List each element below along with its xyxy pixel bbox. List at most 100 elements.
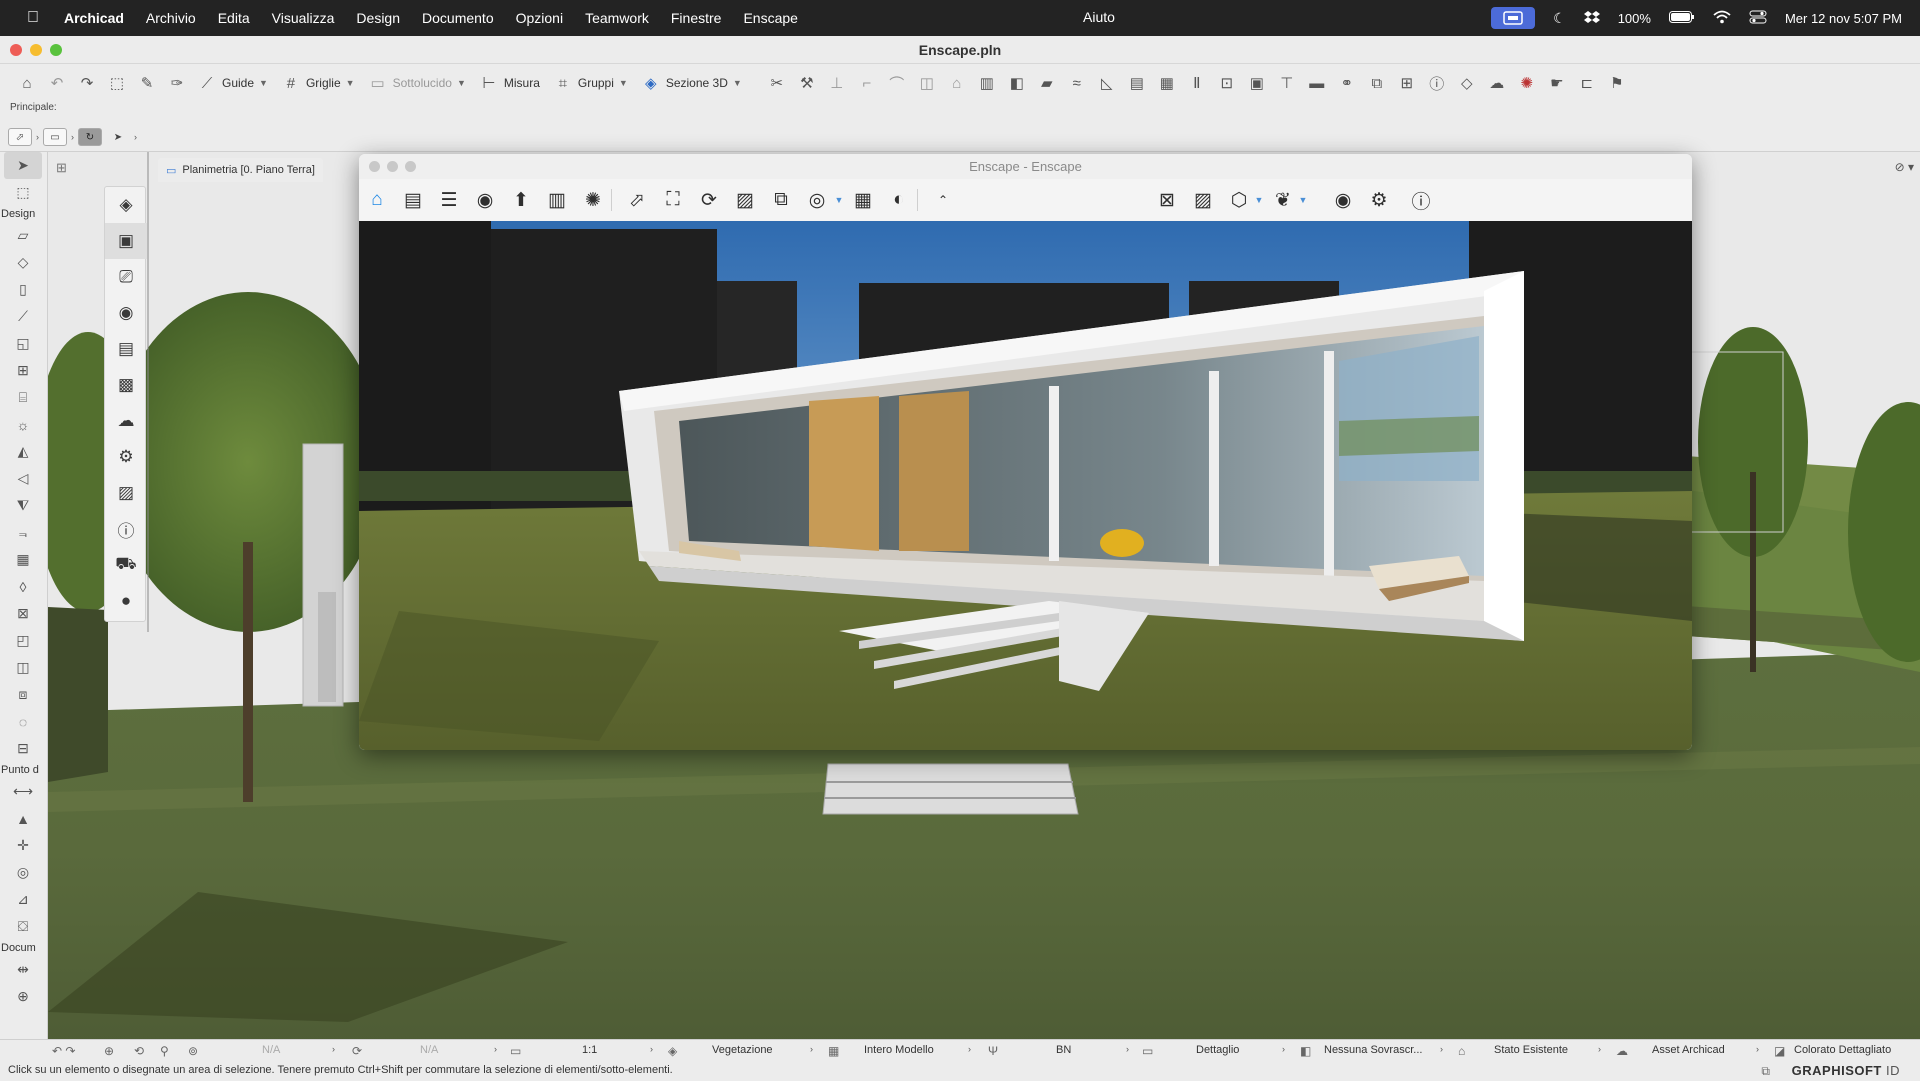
select-icon[interactable]: ⬀ [623,186,651,214]
cube-icon[interactable]: ⬡ [1225,186,1253,214]
syringe-icon[interactable]: ✑ [164,70,190,96]
settings-icon[interactable]: ⚙ [1365,186,1393,214]
arrow-pointer-icon[interactable]: ➤ [106,128,130,146]
marquee-tool-icon[interactable]: ⬚ [0,179,46,206]
column-icon[interactable]: ◧ [1004,70,1030,96]
graphisoft-id[interactable]: GRAPHISOFT ID [1792,1063,1900,1078]
screenshot-icon[interactable]: ◉ [471,186,499,214]
walk-icon[interactable]: ⚲ [160,1044,169,1058]
object-icon[interactable]: ⊡ [1214,70,1240,96]
object-tool-icon[interactable]: ◫ [0,654,46,681]
library-icon[interactable]: ▥ [543,186,571,214]
apple-icon[interactable]:  [24,9,42,27]
views-icon[interactable]: ▤ [399,186,427,214]
menu-visualizza[interactable]: Visualizza [272,10,335,26]
home-icon[interactable]: ⌂ [363,186,391,214]
zoom-fit-icon[interactable]: ⊚ [188,1044,198,1058]
window-tool-icon[interactable]: ⊞ [0,357,46,384]
status-renovation[interactable]: Stato Esistente [1494,1044,1568,1056]
enscape-window[interactable]: Enscape - Enscape ⌂ ▤ ☰ ◉ ⬆ ▥ ✺ ⬀ ⛶ ⟳ ▨ … [359,154,1692,750]
status-pen[interactable]: BN [1056,1044,1071,1056]
status-colored[interactable]: Colorato Dettagliato [1794,1044,1891,1056]
material-ball-icon[interactable]: ✺ [579,186,607,214]
rectangle-select-icon[interactable]: ▭ [43,128,67,146]
tab-planimetria[interactable]: ▭ Planimetria [0. Piano Terra] [158,158,323,182]
wifi-icon[interactable] [1713,10,1731,27]
status-layer[interactable]: Vegetazione [712,1044,773,1056]
orbit-icon[interactable]: ⟲ [134,1044,144,1058]
menu-enscape[interactable]: Enscape [743,10,797,26]
status-detail[interactable]: Dettaglio [1196,1044,1239,1056]
scissors-icon[interactable]: ✂ [764,70,790,96]
menu-finestre[interactable]: Finestre [671,10,722,26]
menu-opzioni[interactable]: Opzioni [516,10,563,26]
column-tool-icon[interactable]: ▯ [0,276,46,303]
beam-icon[interactable]: ◺ [1094,70,1120,96]
slab-icon[interactable]: ▰ [1034,70,1060,96]
batch-render-icon[interactable]: ⧉ [767,186,795,214]
slab-tool-icon[interactable]: ◊ [0,573,46,600]
bim-icon[interactable]: ☰ [435,186,463,214]
hatch-icon[interactable]: Ⅱ [1184,70,1210,96]
arrow-tool-icon[interactable]: ➤ [4,152,42,179]
section-tool-icon[interactable]: ⊿ [0,886,46,913]
library-icon[interactable]: ⊞ [1394,70,1420,96]
guide-dropdown[interactable]: ⟋ Guide ▼ [194,70,268,96]
redo-icon[interactable]: ↷ [74,70,100,96]
eyedropper-icon[interactable]: ✎ [134,70,160,96]
battery-icon[interactable] [1668,10,1695,26]
window-list-icon[interactable]: ⧉ [1761,1064,1770,1079]
moon-icon[interactable]: ☾ [1553,10,1566,27]
menu-archicad[interactable]: Archicad [64,10,124,26]
live-sync-icon[interactable]: ⎚ [105,259,147,295]
status-override[interactable]: Nessuna Sovrascr... [1324,1044,1422,1056]
dimension-tool-icon[interactable]: ⟷ [0,778,46,805]
fillet-icon[interactable]: ⌒ [884,70,910,96]
target-tool-icon[interactable]: ⊕ [0,983,46,1010]
menu-design[interactable]: Design [356,10,400,26]
skylight-tool-icon[interactable]: ⧨ [0,492,46,519]
feedback-icon[interactable]: ▨ [105,475,147,511]
offset-icon[interactable]: ◫ [914,70,940,96]
linear-dimension-tool-icon[interactable]: ⇹ [0,956,46,983]
griglie-dropdown[interactable]: # Griglie ▼ [278,70,355,96]
video-icon[interactable]: ◎ [803,186,831,214]
status-scale[interactable]: 1:1 [582,1044,597,1056]
control-center-icon[interactable] [1749,10,1767,27]
plan-icon[interactable]: ⊏ [1574,70,1600,96]
sezione3d-dropdown[interactable]: ◈ Sezione 3D ▼ [638,70,742,96]
clock[interactable]: Mer 12 nov 5:07 PM [1785,11,1902,26]
site-context-icon[interactable]: ⊠ [1153,186,1181,214]
menu-teamwork[interactable]: Teamwork [585,10,649,26]
stair-icon[interactable]: ▤ [1124,70,1150,96]
line-icon[interactable]: ≈ [1064,70,1090,96]
terrain-tool-icon[interactable]: ◌ [0,708,46,735]
view-options-icon[interactable]: ⊘ ▾ [1895,160,1914,174]
capture-icon[interactable]: ◉ [105,295,147,331]
asset-library-icon[interactable]: ▤ [105,331,147,367]
railing-icon[interactable]: ▦ [1154,70,1180,96]
undo-icon[interactable]: ↶ [44,70,70,96]
morph-tool-icon[interactable]: ⧈ [0,681,46,708]
image-settings-icon[interactable]: ▨ [1189,186,1217,214]
upload-icon[interactable]: ⬆ [507,186,535,214]
leaf-icon[interactable]: ❦ [1269,186,1297,214]
roof-icon[interactable]: ⌂ [944,70,970,96]
status-model[interactable]: Intero Modello [864,1044,934,1056]
menu-documento[interactable]: Documento [422,10,494,26]
status-asset[interactable]: Asset Archicad [1652,1044,1725,1056]
lamp-tool-icon[interactable]: ☼ [0,411,46,438]
railing-tool-icon[interactable]: ⫬ [0,519,46,546]
tag-icon[interactable]: ◇ [1454,70,1480,96]
image-icon[interactable]: ▨ [731,186,759,214]
web-export-icon[interactable]: ▦ [849,186,877,214]
beam-tool-icon[interactable]: ⟋ [0,303,46,330]
zone-tool-icon[interactable]: ◰ [0,627,46,654]
render-icon[interactable]: ✺ [1514,70,1540,96]
account-icon[interactable]: ● [105,583,147,619]
corner-icon[interactable]: ⌐ [854,70,880,96]
cloud-icon[interactable]: ☁ [1484,70,1510,96]
curtain-grid-tool-icon[interactable]: ▦ [0,546,46,573]
cart-icon[interactable]: ⛟ [105,547,147,583]
align-icon[interactable]: ⊥ [824,70,850,96]
